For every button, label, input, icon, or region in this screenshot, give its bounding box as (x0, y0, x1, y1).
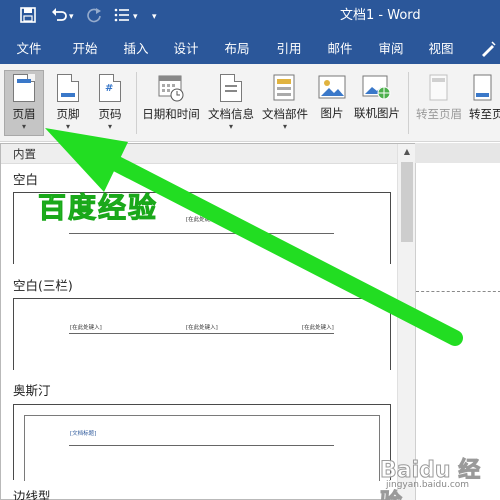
page-number-icon: # (99, 74, 121, 102)
preview-placeholder: [文档标题] (70, 431, 97, 437)
doc-parts-icon (273, 74, 297, 102)
baidu-watermark: Baidu 经验 (380, 458, 481, 500)
doc-parts-dropdown-icon: ▾ (282, 122, 287, 131)
gallery-item-label: 边线型 (13, 489, 51, 500)
scroll-up-icon[interactable]: ▲ (398, 144, 416, 160)
tab-insert[interactable]: 插入 (113, 34, 159, 64)
document-page[interactable] (415, 163, 500, 500)
doc-info-label: 文档信息 (208, 107, 254, 121)
preview-rule (69, 233, 334, 234)
preview-placeholder: [在此处键入] (302, 325, 334, 331)
go-to-footer-label: 转至页 (469, 107, 500, 121)
header-icon (13, 74, 35, 102)
tab-view[interactable]: 视图 (418, 34, 464, 64)
preview-placeholder: [在此处键入] (186, 325, 218, 331)
header-button[interactable]: 页眉 ▾ (4, 70, 44, 136)
doc-parts-button[interactable]: 文档部件 ▾ (258, 70, 312, 136)
undo-dropdown-icon[interactable]: ▾ (69, 7, 74, 27)
footer-dropdown-icon: ▾ (65, 122, 70, 131)
ribbon-body: 页眉 ▾ 页脚 ▾ # 页码 ▾ 日期和时间 文档信息 ▾ 文档部件 ▾ 图片 (0, 64, 500, 142)
online-picture-icon (362, 75, 392, 101)
doc-info-dropdown-icon: ▾ (228, 122, 233, 131)
baidu-watermark-url: jingyan.baidu.com (386, 480, 470, 490)
go-to-header-label: 转至页眉 (416, 107, 462, 121)
ribbon-tabs: 文件 开始 插入 设计 布局 引用 邮件 审阅 视图 (0, 34, 500, 64)
tab-file[interactable]: 文件 (6, 34, 52, 64)
tab-more[interactable] (475, 34, 500, 64)
tab-layout[interactable]: 布局 (214, 34, 260, 64)
go-to-header-icon (428, 74, 450, 102)
ribbon-separator (136, 72, 137, 134)
preview-rule (69, 333, 334, 334)
tab-design[interactable]: 设计 (163, 34, 209, 64)
gallery-item-austin[interactable]: [文档标题] (13, 404, 391, 481)
date-time-label: 日期和时间 (142, 107, 200, 121)
go-to-header-button: 转至页眉 (412, 70, 466, 136)
header-dropdown-icon: ▾ (21, 122, 26, 131)
page-number-button[interactable]: # 页码 ▾ (90, 70, 130, 136)
picture-icon (318, 75, 346, 101)
preview-placeholder: [在此处键入] (70, 325, 102, 331)
gallery-item-label: 空白(三栏) (13, 278, 73, 293)
footer-label: 页脚 (56, 107, 80, 121)
picture-button[interactable]: 图片 (314, 70, 350, 136)
date-time-button[interactable]: 日期和时间 (140, 70, 202, 136)
watermark-text: 百度经验 (37, 191, 159, 225)
page-number-dropdown-icon: ▾ (107, 122, 112, 131)
online-picture-label: 联机图片 (354, 106, 400, 120)
tab-home[interactable]: 开始 (62, 34, 108, 64)
gallery-item-blank-three-column[interactable]: [在此处键入] [在此处键入] [在此处键入] (13, 298, 391, 370)
doc-info-button[interactable]: 文档信息 ▾ (204, 70, 258, 136)
doc-info-icon (220, 74, 242, 102)
redo-icon (86, 7, 102, 27)
calendar-icon (158, 74, 184, 102)
doc-parts-label: 文档部件 (262, 107, 308, 121)
preview-rule (69, 445, 334, 446)
tab-review[interactable]: 审阅 (368, 34, 414, 64)
ribbon-separator (408, 72, 409, 134)
document-area (415, 143, 500, 500)
go-to-footer-icon (472, 74, 494, 102)
gallery-item-label: 空白 (13, 172, 39, 187)
picture-label: 图片 (320, 106, 344, 120)
scroll-thumb[interactable] (401, 162, 413, 242)
title-bar: ▾ ▾ ▾ 文档1 - Word (0, 0, 500, 34)
gallery-section-header: 内置 (1, 144, 397, 164)
tab-mailings[interactable]: 邮件 (317, 34, 363, 64)
customize-qat-icon[interactable]: ▾ (152, 7, 157, 27)
online-picture-button[interactable]: 联机图片 (350, 70, 404, 136)
footer-icon (57, 74, 79, 102)
preview-placeholder: [在此处键入] (186, 217, 218, 223)
header-boundary-line (416, 291, 500, 292)
gallery-scrollbar[interactable]: ▲ (397, 144, 415, 500)
header-label: 页眉 (12, 107, 36, 121)
tab-references[interactable]: 引用 (266, 34, 312, 64)
save-icon[interactable] (20, 7, 36, 27)
austin-frame (24, 415, 380, 481)
footer-button[interactable]: 页脚 ▾ (48, 70, 88, 136)
list-dropdown-icon[interactable]: ▾ (133, 7, 138, 27)
go-to-footer-button[interactable]: 转至页 (466, 70, 500, 136)
window-title: 文档1 - Word (340, 8, 421, 23)
gallery-item-label: 奥斯汀 (13, 383, 51, 398)
list-icon[interactable] (114, 7, 130, 27)
page-number-label: 页码 (98, 107, 122, 121)
undo-icon[interactable] (50, 7, 68, 27)
